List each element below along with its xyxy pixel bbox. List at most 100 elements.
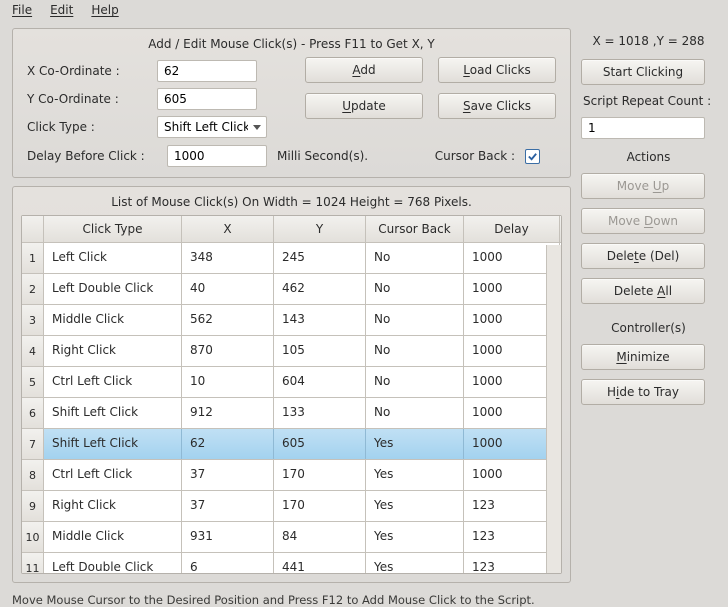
- row-number: 4: [22, 336, 44, 366]
- cell-x: 348: [182, 243, 274, 273]
- cell-cursorback: No: [366, 274, 464, 304]
- list-panel: List of Mouse Click(s) On Width = 1024 H…: [12, 186, 571, 583]
- cell-cursorback: No: [366, 367, 464, 397]
- th-delay[interactable]: Delay: [464, 216, 560, 242]
- table-row[interactable]: 3Middle Click562143No1000: [22, 305, 561, 336]
- add-edit-title: Add / Edit Mouse Click(s) - Press F11 to…: [27, 35, 556, 57]
- controllers-label: Controller(s): [581, 319, 716, 335]
- repeat-label: Script Repeat Count :: [581, 94, 716, 108]
- cell-x: 6: [182, 553, 274, 573]
- list-title: List of Mouse Click(s) On Width = 1024 H…: [21, 193, 562, 215]
- cell-x: 37: [182, 491, 274, 521]
- cell-x: 931: [182, 522, 274, 552]
- cell-clicktype: Left Double Click: [44, 553, 182, 573]
- actions-label: Actions: [581, 148, 716, 164]
- cell-x: 912: [182, 398, 274, 428]
- cell-cursorback: Yes: [366, 522, 464, 552]
- check-icon: [527, 151, 538, 162]
- table-row[interactable]: 11Left Double Click6441Yes123: [22, 553, 561, 573]
- row-number: 3: [22, 305, 44, 335]
- cell-y: 84: [274, 522, 366, 552]
- add-edit-panel: Add / Edit Mouse Click(s) - Press F11 to…: [12, 28, 571, 178]
- cursor-back-label: Cursor Back :: [435, 149, 515, 163]
- clicktype-select[interactable]: Shift Left Click: [157, 116, 267, 138]
- add-button[interactable]: Add: [305, 57, 423, 83]
- th-clicktype[interactable]: Click Type: [44, 216, 182, 242]
- th-cursorback[interactable]: Cursor Back: [366, 216, 464, 242]
- cell-clicktype: Right Click: [44, 336, 182, 366]
- cell-cursorback: No: [366, 243, 464, 273]
- row-number: 11: [22, 553, 44, 573]
- cell-y: 170: [274, 491, 366, 521]
- cell-clicktype: Right Click: [44, 491, 182, 521]
- row-number: 9: [22, 491, 44, 521]
- x-input[interactable]: [157, 60, 257, 82]
- th-y[interactable]: Y: [274, 216, 366, 242]
- update-button[interactable]: Update: [305, 93, 423, 119]
- cell-cursorback: Yes: [366, 429, 464, 459]
- table-header: Click Type X Y Cursor Back Delay: [22, 216, 561, 243]
- row-number: 8: [22, 460, 44, 490]
- cell-x: 62: [182, 429, 274, 459]
- save-clicks-button[interactable]: Save Clicks: [438, 93, 556, 119]
- table-row[interactable]: 6Shift Left Click912133No1000: [22, 398, 561, 429]
- hide-to-tray-button[interactable]: Hide to Tray: [581, 379, 705, 405]
- row-number: 7: [22, 429, 44, 459]
- cell-y: 441: [274, 553, 366, 573]
- cell-x: 40: [182, 274, 274, 304]
- scrollbar[interactable]: [546, 245, 561, 573]
- start-clicking-button[interactable]: Start Clicking: [581, 59, 705, 85]
- cell-x: 562: [182, 305, 274, 335]
- coords-readout: X = 1018 ,Y = 288: [581, 28, 716, 50]
- delete-button[interactable]: Delete (Del): [581, 243, 705, 269]
- table-row[interactable]: 7Shift Left Click62605Yes1000: [22, 429, 561, 460]
- row-number: 6: [22, 398, 44, 428]
- cell-clicktype: Shift Left Click: [44, 429, 182, 459]
- cell-cursorback: No: [366, 336, 464, 366]
- minimize-button[interactable]: Minimize: [581, 344, 705, 370]
- cell-cursorback: No: [366, 398, 464, 428]
- table-row[interactable]: 2Left Double Click40462No1000: [22, 274, 561, 305]
- row-number: 1: [22, 243, 44, 273]
- cell-y: 105: [274, 336, 366, 366]
- row-number: 10: [22, 522, 44, 552]
- menu-file[interactable]: File: [12, 3, 32, 17]
- delay-input[interactable]: [167, 145, 267, 167]
- cell-cursorback: Yes: [366, 460, 464, 490]
- status-bar: Move Mouse Cursor to the Desired Positio…: [0, 587, 728, 607]
- cell-clicktype: Middle Click: [44, 305, 182, 335]
- table-row[interactable]: 10Middle Click93184Yes123: [22, 522, 561, 553]
- table-row[interactable]: 5Ctrl Left Click10604No1000: [22, 367, 561, 398]
- cell-y: 143: [274, 305, 366, 335]
- cell-x: 870: [182, 336, 274, 366]
- cell-y: 605: [274, 429, 366, 459]
- load-clicks-button[interactable]: Load Clicks: [438, 57, 556, 83]
- cursor-back-checkbox[interactable]: [525, 149, 540, 164]
- cell-clicktype: Ctrl Left Click: [44, 460, 182, 490]
- repeat-input[interactable]: [581, 117, 705, 139]
- table-row[interactable]: 9Right Click37170Yes123: [22, 491, 561, 522]
- row-number: 2: [22, 274, 44, 304]
- cell-cursorback: Yes: [366, 491, 464, 521]
- move-down-button[interactable]: Move Down: [581, 208, 705, 234]
- cell-clicktype: Left Double Click: [44, 274, 182, 304]
- cell-cursorback: No: [366, 305, 464, 335]
- cell-x: 37: [182, 460, 274, 490]
- delete-all-button[interactable]: Delete All: [581, 278, 705, 304]
- move-up-button[interactable]: Move Up: [581, 173, 705, 199]
- y-input[interactable]: [157, 88, 257, 110]
- milli-label: Milli Second(s).: [277, 149, 368, 163]
- cell-y: 245: [274, 243, 366, 273]
- menu-help[interactable]: Help: [91, 3, 118, 17]
- delay-label: Delay Before Click :: [27, 149, 157, 163]
- y-label: Y Co-Ordinate :: [27, 92, 157, 106]
- cell-clicktype: Shift Left Click: [44, 398, 182, 428]
- clicks-table: Click Type X Y Cursor Back Delay 1Left C…: [21, 215, 562, 574]
- table-row[interactable]: 1Left Click348245No1000: [22, 243, 561, 274]
- th-x[interactable]: X: [182, 216, 274, 242]
- table-row[interactable]: 4Right Click870105No1000: [22, 336, 561, 367]
- menu-edit[interactable]: Edit: [50, 3, 73, 17]
- row-number: 5: [22, 367, 44, 397]
- x-label: X Co-Ordinate :: [27, 64, 157, 78]
- table-row[interactable]: 8Ctrl Left Click37170Yes1000: [22, 460, 561, 491]
